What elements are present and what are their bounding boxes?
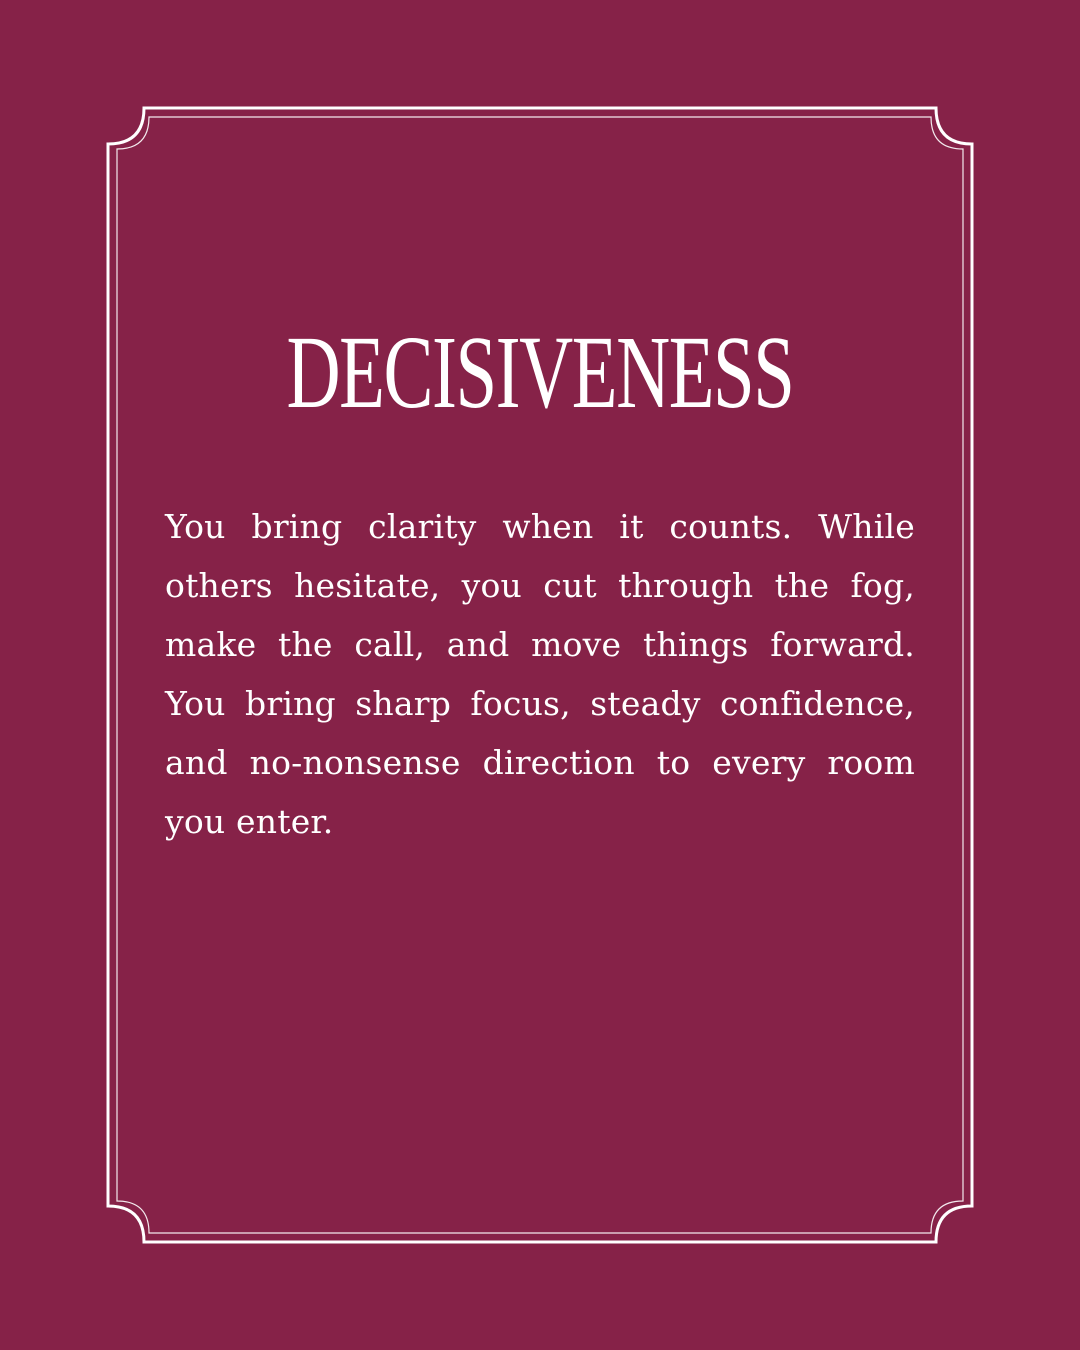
card-body-text: You bring clarity when it counts. While … bbox=[165, 507, 915, 841]
card-title: DECISIVENESS bbox=[286, 315, 795, 430]
